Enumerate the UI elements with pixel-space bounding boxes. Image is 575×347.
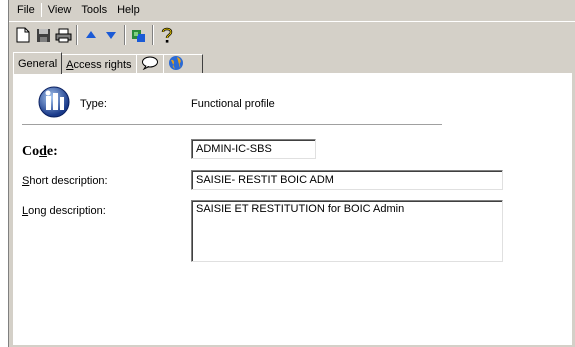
tab-access-rights[interactable]: Access rights <box>61 54 137 74</box>
toolbar-separator <box>152 25 154 45</box>
functional-profile-icon <box>37 85 71 122</box>
globe-icon <box>168 55 184 74</box>
tab-access-rights-label: Access rights <box>66 59 131 71</box>
tab-comments[interactable] <box>135 54 164 74</box>
toolbar-separator <box>76 25 78 45</box>
new-document-icon[interactable] <box>13 25 33 45</box>
code-label-post: e: <box>46 144 58 159</box>
save-icon[interactable] <box>33 25 53 45</box>
long-description-field[interactable]: SAISIE ET RESTITUTION for BOIC Admin <box>191 200 503 262</box>
tab-languages[interactable] <box>162 54 203 74</box>
help-icon[interactable] <box>157 25 177 45</box>
menu-help[interactable]: Help <box>112 0 145 20</box>
short-label-rest: hort description: <box>29 175 108 187</box>
header-divider <box>22 124 442 126</box>
tab-access-rest: ccess rights <box>73 58 132 71</box>
code-label-pre: Co <box>22 144 40 159</box>
code-label: Code: <box>22 144 58 160</box>
refresh-icon[interactable] <box>129 25 149 45</box>
print-icon[interactable] <box>53 25 73 45</box>
menu-separator <box>40 3 42 17</box>
type-value: Functional profile <box>191 98 275 110</box>
tab-general[interactable]: General <box>13 52 63 74</box>
tab-general-label: General <box>18 57 58 70</box>
menu-tools[interactable]: Tools <box>76 0 112 20</box>
comment-icon <box>141 56 159 73</box>
code-label-accel: d <box>39 144 47 159</box>
toolbar-separator <box>124 25 126 45</box>
tab-strip: General Access rights <box>13 52 203 74</box>
menu-view[interactable]: View <box>43 0 77 20</box>
short-description-label: Short description: <box>22 175 108 187</box>
menu-bar: File View Tools Help <box>9 0 575 20</box>
long-label-rest: ong description: <box>28 205 106 217</box>
menu-file[interactable]: File <box>12 0 40 20</box>
long-description-label: Long description: <box>22 205 106 217</box>
move-up-icon[interactable] <box>81 25 101 45</box>
type-label: Type: <box>80 98 107 110</box>
short-description-field[interactable] <box>191 170 503 190</box>
left-margin <box>0 0 8 347</box>
code-field[interactable] <box>191 139 316 159</box>
move-down-icon[interactable] <box>101 25 121 45</box>
toolbar <box>9 21 575 48</box>
